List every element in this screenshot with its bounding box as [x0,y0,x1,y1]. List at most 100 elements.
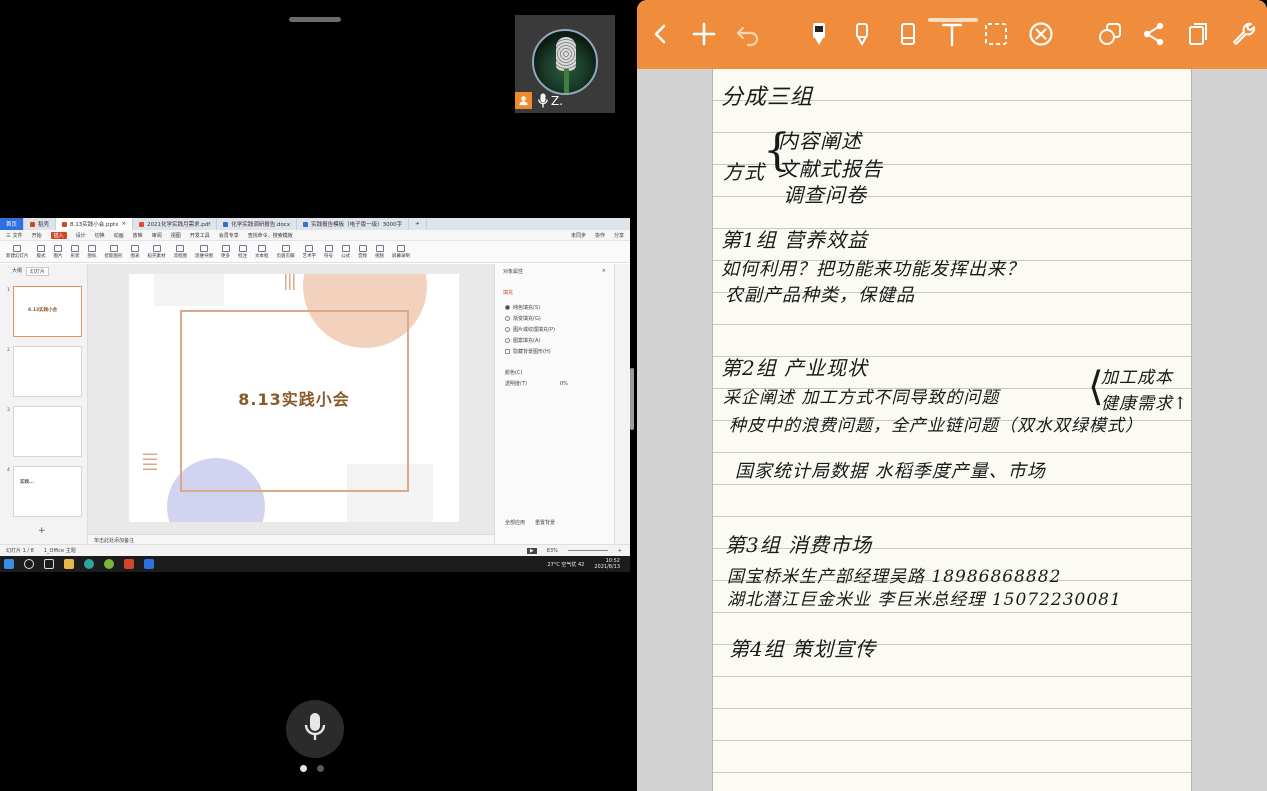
menu-slideshow[interactable]: 放映 [133,232,143,239]
apply-all-button[interactable]: 全部应用 [505,519,525,526]
command-search[interactable]: 查找命令、搜索模板 [248,232,293,239]
clear-icon[interactable] [1025,18,1057,50]
split-view-divider[interactable] [630,368,634,430]
pages-icon[interactable] [1182,18,1214,50]
tab-docx[interactable]: 化学实践调研报告.docx [217,218,298,230]
collab-button[interactable]: 协作 [595,232,605,239]
ribbon-screen-record[interactable]: 屏幕录制 [392,244,410,259]
share-icon[interactable] [1138,18,1170,50]
meeting-app-icon[interactable] [144,559,154,569]
sync-status[interactable]: 未同步 [571,232,586,239]
add-slide-button[interactable]: + [38,526,46,536]
add-icon[interactable] [688,18,720,50]
weather-widget[interactable]: 27°C 空气优 42 [547,561,584,568]
back-icon[interactable] [645,18,677,50]
menu-animation[interactable]: 动画 [114,232,124,239]
tab-slides[interactable]: 幻灯片 [26,267,50,276]
tab-ppt[interactable]: 8.13实践小会.pptx × [56,218,134,230]
side-toolbar[interactable] [614,264,630,546]
slide-canvas[interactable]: 8.13实践小会 单击此处添加备注 [88,264,494,546]
ribbon-icon[interactable]: 图标 [88,244,97,259]
menu-design[interactable]: 设计 [76,232,86,239]
handwritten-line: 国宝桥米生产部经理吴路 18986868882 [727,567,1062,587]
ribbon-new-slide[interactable]: 新建幻灯片 [6,244,29,259]
microphone-button[interactable] [286,700,344,758]
tab-template[interactable]: 实践报告模板（电子版一级）3000字 [297,218,410,230]
ribbon-more[interactable]: 更多 [221,244,230,259]
ribbon-formula[interactable]: 公式 [341,244,350,259]
pen-icon[interactable] [803,18,835,50]
option-solid-fill[interactable]: 纯色填充(S) [495,302,614,313]
video-call-pane: Z. 首页 稻壳 8.13实践小会.pptx × 2021化学实践月需求.pdf … [0,0,632,791]
menu-member[interactable]: 会员专享 [219,232,239,239]
close-icon[interactable]: × [602,268,606,275]
ribbon-audio[interactable]: 音频 [358,244,367,259]
ribbon-flowchart[interactable]: 流程图 [174,244,187,259]
ribbon-video[interactable]: 视频 [375,244,384,259]
notebook-page[interactable]: 分成三组 方式 { 内容阐述 文献式报告 调查问卷 第1组 营养效益 如何利用？… [712,69,1192,791]
eraser-icon[interactable] [892,18,924,50]
ribbon-header-footer[interactable]: 页眉页脚 [277,244,295,259]
page-indicator[interactable] [300,765,324,772]
tab-fill[interactable]: 填充 [503,289,606,296]
slide[interactable]: 8.13实践小会 [129,274,459,522]
menu-insert[interactable]: 插入 [50,231,67,239]
slide-title[interactable]: 8.13实践小会 [129,386,459,410]
tab-home[interactable]: 首页 [0,218,25,230]
new-tab-button[interactable]: + [409,218,427,230]
menu-transition[interactable]: 切换 [95,232,105,239]
menu-developer[interactable]: 开发工具 [190,232,210,239]
windows-start-icon[interactable] [4,559,14,569]
menu-start[interactable]: 开始 [32,232,42,239]
text-icon[interactable] [936,18,968,50]
tab-pdf[interactable]: 2021化学实践月需求.pdf [133,218,218,230]
highlighter-icon[interactable] [846,18,878,50]
slide-thumbnail[interactable] [13,406,82,457]
tab-outline[interactable]: 大纲 [12,267,22,276]
ribbon-chart[interactable]: 图表 [131,244,140,259]
system-clock[interactable]: 10:52 2021/8/13 [594,558,630,570]
shapes-icon[interactable] [1094,18,1126,50]
undo-icon[interactable] [732,18,764,50]
share-button[interactable]: 分享 [614,232,630,239]
transparency-row[interactable]: 透明度(T) 0% [495,378,614,389]
zoom-slider[interactable] [567,550,608,551]
option-hide-background[interactable]: 隐藏背景图形(H) [495,346,614,357]
menu-view[interactable]: 视图 [171,232,181,239]
menu-file[interactable]: 三 文件 [6,232,23,239]
settings-icon[interactable] [1227,18,1259,50]
ribbon-layout[interactable]: 版式 [37,244,46,259]
ribbon-wordart[interactable]: 艺术字 [303,244,316,259]
slide-thumbnail[interactable] [13,346,82,397]
slide-thumbnail[interactable]: 8.13实践小会 [13,286,82,337]
wps-icon[interactable] [124,559,134,569]
ribbon-shape[interactable]: 形状 [71,244,80,259]
ribbon-smartart[interactable]: 智能图形 [105,244,123,259]
ribbon-comment[interactable]: 批注 [238,244,247,259]
play-button[interactable]: ▶ [526,547,537,554]
zoom-in-button[interactable]: + [618,548,630,554]
search-icon[interactable] [24,559,34,569]
close-icon[interactable]: × [121,221,126,227]
ribbon-assets[interactable]: 稻壳素材 [148,244,166,259]
reset-background-button[interactable]: 重置背景 [535,519,555,526]
app-icon[interactable] [104,559,114,569]
task-view-icon[interactable] [44,559,54,569]
option-pattern-fill[interactable]: 图案填充(A) [495,335,614,346]
ribbon-picture[interactable]: 图片 [54,244,63,259]
ribbon-symbol[interactable]: 符号 [324,244,333,259]
option-picture-fill[interactable]: 图片或纹理填充(P) [495,324,614,335]
slide-thumbnail[interactable]: 实践... [13,466,82,517]
menu-review[interactable]: 审阅 [152,232,162,239]
color-row[interactable]: 颜色(C) [495,367,614,378]
option-gradient-fill[interactable]: 渐变填充(G) [495,313,614,324]
zoom-level[interactable]: 83% [547,548,558,554]
edge-icon[interactable] [84,559,94,569]
tab-daoke[interactable]: 稻壳 [24,218,57,230]
ribbon-textbox[interactable]: 文本框 [255,244,269,259]
window-drag-handle[interactable] [289,17,341,22]
file-explorer-icon[interactable] [64,559,74,569]
lasso-icon[interactable] [980,18,1012,50]
ribbon-mindmap[interactable]: 思维导图 [195,244,213,259]
participant-tile[interactable]: Z. [515,15,615,113]
